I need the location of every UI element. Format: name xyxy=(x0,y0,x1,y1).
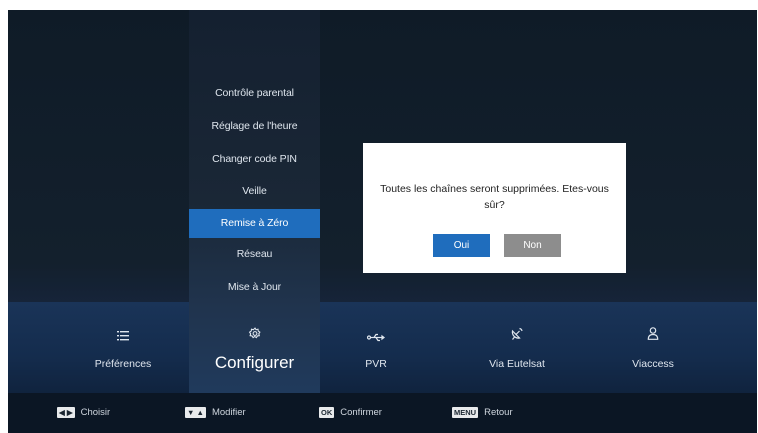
hint-choose: ◀ ▶ Choisir xyxy=(57,406,110,420)
down-up-key-icon: ▼ ▲ xyxy=(185,406,206,418)
tab-configurer[interactable]: Configurer xyxy=(189,322,320,382)
satellite-dish-icon xyxy=(511,327,524,345)
menu-item-label: Remise à Zéro xyxy=(220,217,289,229)
hint-modify: ▼ ▲ Modifier xyxy=(185,406,246,420)
ok-key-icon: OK xyxy=(319,406,335,418)
tab-via-eutelsat[interactable]: Via Eutelsat xyxy=(462,322,572,382)
hint-confirm: OK Confirmer xyxy=(319,406,382,420)
tv-screen: Contrôle parental Réglage de l'heure Cha… xyxy=(8,10,757,433)
tab-label: Via Eutelsat xyxy=(489,358,545,370)
menu-key-icon: MENU xyxy=(452,406,479,418)
menu-item-time-setting[interactable]: Réglage de l'heure xyxy=(189,120,320,132)
menu-item-label: Contrôle parental xyxy=(215,87,294,99)
no-button[interactable]: Non xyxy=(504,234,561,257)
menu-item-label: Réglage de l'heure xyxy=(211,120,298,132)
menu-item-label: Veille xyxy=(242,185,267,197)
confirm-dialog: Toutes les chaînes seront supprimées. Et… xyxy=(363,143,626,273)
tab-preferences[interactable]: Préférences xyxy=(73,322,173,382)
menu-item-standby[interactable]: Veille xyxy=(189,185,320,197)
dialog-message: Toutes les chaînes seront supprimées. Et… xyxy=(380,183,609,211)
tab-label: Configurer xyxy=(214,353,295,372)
menu-item-reset[interactable]: Remise à Zéro xyxy=(189,209,320,238)
gear-icon xyxy=(248,327,261,345)
yes-button[interactable]: Oui xyxy=(433,234,490,257)
left-right-key-icon: ◀ ▶ xyxy=(57,406,75,418)
menu-item-update[interactable]: Mise à Jour xyxy=(189,281,320,293)
menu-item-label: Changer code PIN xyxy=(212,153,297,165)
tab-label: PVR xyxy=(365,358,387,370)
menu-item-parental-control[interactable]: Contrôle parental xyxy=(189,87,320,99)
menu-item-network[interactable]: Réseau xyxy=(189,248,320,260)
hint-label: Retour xyxy=(484,407,513,418)
usb-icon xyxy=(366,329,385,347)
hint-label: Confirmer xyxy=(340,407,382,418)
menu-item-change-pin[interactable]: Changer code PIN xyxy=(189,153,320,165)
hint-back: MENU Retour xyxy=(452,406,513,420)
menu-item-label: Mise à Jour xyxy=(227,281,282,293)
tab-viaccess[interactable]: Viaccess xyxy=(603,322,703,382)
user-icon xyxy=(647,327,659,345)
tab-pvr[interactable]: PVR xyxy=(326,322,426,382)
tab-label: Viaccess xyxy=(632,358,674,370)
menu-item-label: Réseau xyxy=(236,248,273,260)
hint-label: Choisir xyxy=(80,407,111,418)
hint-label: Modifier xyxy=(211,407,246,418)
hint-bar xyxy=(8,393,757,433)
tab-label: Préférences xyxy=(94,358,152,370)
list-icon xyxy=(117,328,129,346)
